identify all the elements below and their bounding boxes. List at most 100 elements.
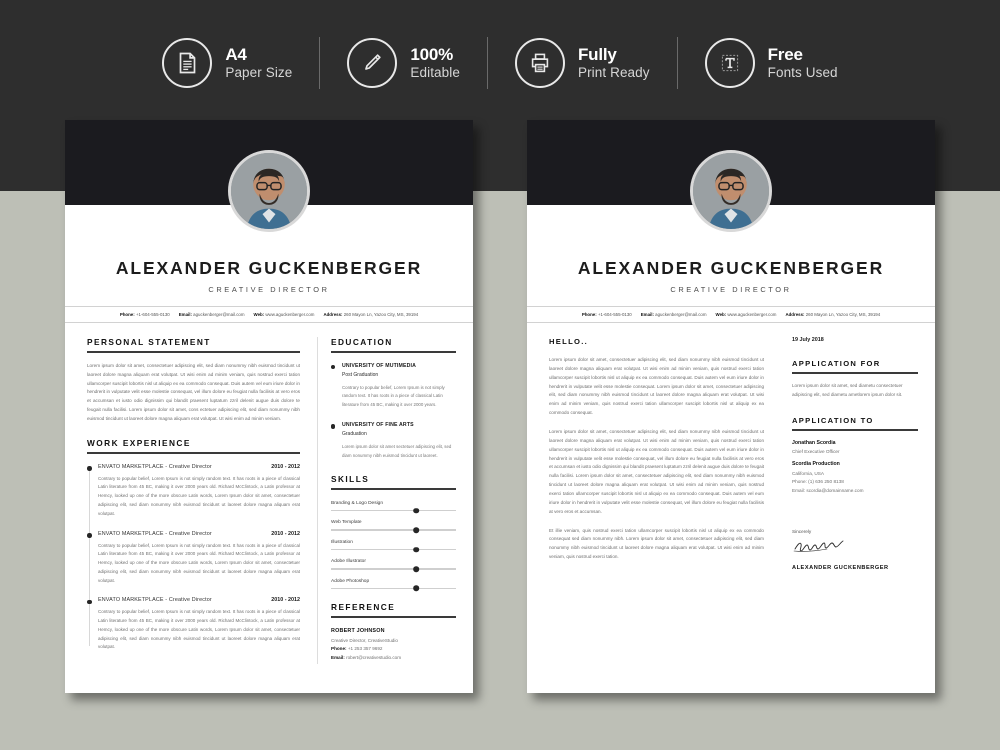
job-position: - Creative Director xyxy=(163,597,212,604)
job-title: ENVATO MARKETPLACE - Creative Director xyxy=(98,597,212,603)
badge-title: Free xyxy=(767,45,803,65)
job-position: - Creative Director xyxy=(163,463,212,470)
cover-letter-paragraph: Et illie veniam, quis nostrud exerci tat… xyxy=(549,527,764,560)
typography-icon xyxy=(704,38,755,88)
badge-subtitle: Paper Size xyxy=(225,65,293,81)
recipient-email: Email: scordia@domainname.com xyxy=(792,488,918,493)
reference-email: Email: robert@creativestudio.com xyxy=(331,655,456,660)
contact-phone-label: Phone: xyxy=(581,312,597,317)
feature-badge-fonts: Free Fonts Used xyxy=(678,38,865,88)
reference-role: Creative Director, CreativeStudio xyxy=(331,637,398,643)
job-dates: 2010 - 2012 xyxy=(271,530,300,537)
reference-name: ROBERT JOHNSON xyxy=(331,627,385,634)
section-heading: PERSONAL STATEMENT xyxy=(87,337,211,347)
job-dates: 2010 - 2012 xyxy=(271,597,300,604)
badge-title: A4 xyxy=(225,45,247,65)
preview-canvas: A4 Paper Size 100% Editable Fully Print … xyxy=(0,0,1000,750)
resume-main-column: PERSONAL STATEMENT Lorem ipsum dolor sit… xyxy=(65,337,317,664)
contact-web: Web: www.aguckenberger.com xyxy=(716,312,777,317)
section-education: EDUCATION UNIVERSITY OF MUTIMEDIA Post G… xyxy=(331,337,456,460)
work-timeline: ENVATO MARKETPLACE - Creative Director 2… xyxy=(87,464,300,652)
contact-address-label: Address: xyxy=(323,312,343,317)
education-description: Lorem ipsum dolor sit amet sectetuer adi… xyxy=(342,444,452,458)
skills-list: Branding & Logo Design Web Template Illu… xyxy=(331,501,456,592)
job-position: - Creative Director xyxy=(163,530,212,537)
contact-web-label: Web: xyxy=(715,312,727,317)
section-rule xyxy=(87,451,300,454)
job-dates: 2010 - 2012 xyxy=(271,463,300,470)
skill-slider[interactable] xyxy=(331,585,456,592)
education-school: UNIVERSITY OF MUTIMEDIA xyxy=(342,362,416,369)
badge-subtitle: Print Ready xyxy=(577,65,650,81)
candidate-role: CREATIVE DIRECTOR xyxy=(670,285,792,294)
cover-header-band xyxy=(527,120,935,232)
cover-letter-greeting: HELLO.. xyxy=(549,337,589,346)
skill-slider-handle[interactable] xyxy=(413,546,419,553)
section-heading: WORK EXPERIENCE xyxy=(87,437,191,448)
section-heading: APPLICATION TO xyxy=(792,415,874,425)
job-description: Contrary to popular belief, Lorem Ipsum … xyxy=(98,609,300,650)
skill-label: Adobe Photoshop xyxy=(331,578,370,584)
contact-email: Email: aguckenberger@mail.com xyxy=(179,312,245,317)
printer-icon xyxy=(514,38,565,88)
contact-phone-value: +1-604-555-0130 xyxy=(597,312,632,317)
section-rule xyxy=(792,428,918,431)
education-degree: Graduation xyxy=(342,431,367,438)
section-reference: REFERENCE ROBERT JOHNSON Creative Direct… xyxy=(331,602,456,660)
personal-statement-body: Lorem ipsum dolor sit amet, consectetuer… xyxy=(87,363,300,421)
recipient-email-value: scordia@domainname.com xyxy=(806,487,864,493)
contact-web-value: www.aguckenberger.com xyxy=(265,312,315,317)
application-for-body: Lorem ipsum dolor sit amet, sed diametu … xyxy=(792,383,903,397)
cover-letter-paragraph: Lorem ipsum dolor sit amet, consectetuer… xyxy=(549,357,764,416)
skill-slider-handle[interactable] xyxy=(413,585,419,592)
section-heading: SKILLS xyxy=(331,474,370,485)
skill-slider[interactable] xyxy=(331,527,456,533)
education-description: Contrary to popular belief, Lorem Ipsum … xyxy=(342,384,445,407)
section-rule xyxy=(87,351,300,353)
job-entry: ENVATO MARKETPLACE - Creative Director 2… xyxy=(87,530,300,586)
contact-address: Address: 260 Mayon Ln, Yazoo City, MS, 3… xyxy=(323,312,418,317)
candidate-name: ALEXANDER GUCKENBERGER xyxy=(115,258,423,278)
skill-slider-handle[interactable] xyxy=(413,507,419,514)
education-list: UNIVERSITY OF MUTIMEDIA Post Graduation … xyxy=(331,363,456,461)
recipient-company: Scordia Production xyxy=(792,461,840,468)
job-company: ENVATO MARKETPLACE xyxy=(98,530,164,537)
skill-label: Web Template xyxy=(331,520,362,526)
contact-email-label: Email: xyxy=(640,312,654,317)
skill-slider-handle[interactable] xyxy=(413,527,419,533)
job-description: Contrary to popular belief, Lorem Ipsum … xyxy=(98,475,300,516)
skill-slider[interactable] xyxy=(331,507,456,514)
section-rule xyxy=(792,372,918,374)
section-rule xyxy=(331,351,456,353)
recipient-name: Jonathan Scordia xyxy=(792,439,836,446)
recipient-phone-label: Phone: xyxy=(792,479,807,485)
feature-badge-editable: 100% Editable xyxy=(320,38,487,88)
contact-address-value: 260 Mayon Ln, Yazoo City, MS, 39194 xyxy=(805,312,881,317)
section-heading: REFERENCE xyxy=(331,602,396,613)
pencil-icon xyxy=(347,38,398,88)
job-entry: ENVATO MARKETPLACE - Creative Director 2… xyxy=(87,463,300,519)
education-item: UNIVERSITY OF FINE ARTS Graduation Lorem… xyxy=(331,422,456,460)
letter-date: 19 July 2018 xyxy=(792,337,824,343)
skill-item: Branding & Logo Design xyxy=(331,501,456,514)
contact-phone-label: Phone: xyxy=(119,312,135,317)
candidate-name: ALEXANDER GUCKENBERGER xyxy=(577,258,885,278)
skill-slider[interactable] xyxy=(331,566,456,572)
job-company: ENVATO MARKETPLACE xyxy=(98,597,164,604)
contact-bar: Phone: +1-604-555-0130 Email: aguckenber… xyxy=(527,306,935,323)
cover-letter-columns: HELLO.. Lorem ipsum dolor sit amet, cons… xyxy=(527,323,935,571)
education-degree: Post Graduation xyxy=(342,371,379,378)
contact-address: Address: 260 Mayon Ln, Yazoo City, MS, 3… xyxy=(785,312,880,317)
section-heading: APPLICATION FOR xyxy=(792,359,881,368)
cover-letter-paragraph: Lorem ipsum dolor sit amet, consectetuer… xyxy=(549,429,765,514)
contact-address-label: Address: xyxy=(785,312,805,317)
resume-header-band xyxy=(65,120,473,232)
skill-slider[interactable] xyxy=(331,546,456,553)
avatar xyxy=(690,150,772,232)
cover-letter-side-column: 19 July 2018 APPLICATION FOR Lorem ipsum… xyxy=(779,337,935,571)
skill-slider-handle[interactable] xyxy=(413,566,419,572)
reference-email-label: Email: xyxy=(331,654,345,660)
reference-email-value: robert@creativestudio.com xyxy=(346,654,402,660)
contact-email: Email: aguckenberger@mail.com xyxy=(641,312,707,317)
contact-address-value: 260 Mayon Ln, Yazoo City, MS, 39194 xyxy=(343,312,419,317)
